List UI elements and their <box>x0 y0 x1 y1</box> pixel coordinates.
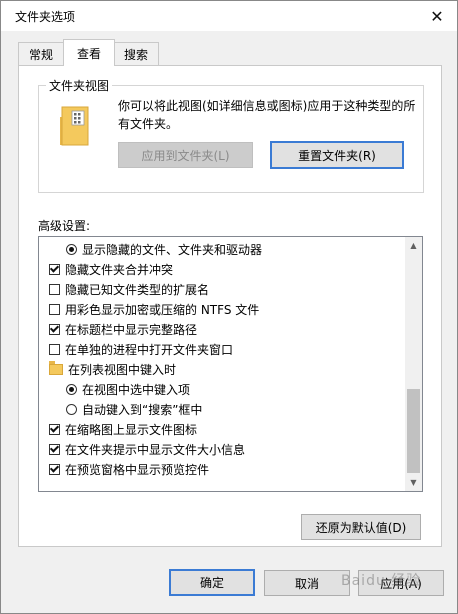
advanced-setting-row[interactable]: 在标题栏中显示完整路径 <box>39 319 415 339</box>
radio-button[interactable] <box>66 383 77 395</box>
scroll-down-icon[interactable]: ▼ <box>405 474 422 491</box>
folder-options-dialog: 文件夹选项 ✕ 常规 查看 搜索 文件夹视图 你可以将此视图(如详细信息或图标)… <box>0 0 458 614</box>
advanced-setting-row[interactable]: 隐藏已知文件类型的扩展名 <box>39 279 415 299</box>
tab-view[interactable]: 查看 <box>63 39 115 66</box>
advanced-setting-label: 在文件夹提示中显示文件大小信息 <box>65 442 246 457</box>
advanced-setting-row[interactable]: 隐藏文件夹合并冲突 <box>39 259 415 279</box>
advanced-settings-label: 高级设置: <box>38 219 91 233</box>
restore-defaults-button[interactable]: 还原为默认值(D) <box>301 514 421 540</box>
advanced-setting-label: 在预览窗格中显示预览控件 <box>65 462 210 477</box>
advanced-setting-row[interactable]: 在缩略图上显示文件图标 <box>39 419 415 439</box>
folder-views-icon <box>58 103 92 150</box>
watermark: Baidu 经验 <box>341 573 422 589</box>
window-title: 文件夹选项 <box>15 10 76 24</box>
cancel-button[interactable]: 取消 <box>264 570 350 596</box>
advanced-setting-row[interactable]: 在文件夹提示中显示文件大小信息 <box>39 439 415 459</box>
close-icon: ✕ <box>430 6 444 26</box>
apply-to-folders-button[interactable]: 应用到文件夹(L) <box>118 142 253 168</box>
advanced-setting-row[interactable]: 在单独的进程中打开文件夹窗口 <box>39 339 415 359</box>
folder-views-description: 你可以将此视图(如详细信息或图标)应用于这种类型的所有文件夹。 <box>118 99 416 131</box>
tab-search[interactable]: 搜索 <box>113 42 159 65</box>
checkbox[interactable] <box>49 423 60 435</box>
checkbox[interactable] <box>49 463 60 475</box>
advanced-setting-label: 在缩略图上显示文件图标 <box>65 422 198 437</box>
advanced-setting-row: 在列表视图中键入时 <box>39 359 415 379</box>
advanced-setting-row[interactable]: 在预览窗格中显示预览控件 <box>39 459 415 479</box>
tab-general[interactable]: 常规 <box>18 42 64 65</box>
title-bar: 文件夹选项 ✕ <box>1 1 457 31</box>
advanced-setting-label: 在单独的进程中打开文件夹窗口 <box>65 342 234 357</box>
ok-button[interactable]: 确定 <box>169 569 255 596</box>
advanced-setting-label: 在列表视图中键入时 <box>68 362 177 377</box>
advanced-setting-row[interactable]: 显示隐藏的文件、文件夹和驱动器 <box>39 239 422 259</box>
advanced-setting-row[interactable]: 在视图中选中键入项 <box>39 379 422 399</box>
reset-folders-button[interactable]: 重置文件夹(R) <box>270 141 404 169</box>
radio-button[interactable] <box>66 403 77 415</box>
close-button[interactable]: ✕ <box>422 3 452 29</box>
advanced-setting-label: 在标题栏中显示完整路径 <box>65 322 198 337</box>
advanced-setting-label: 自动键入到“搜索”框中 <box>82 402 203 417</box>
advanced-setting-label: 在视图中选中键入项 <box>82 382 191 397</box>
checkbox[interactable] <box>49 323 60 335</box>
scroll-thumb[interactable] <box>407 389 420 473</box>
scroll-up-icon[interactable]: ▲ <box>405 237 422 254</box>
checkbox[interactable] <box>49 303 60 315</box>
advanced-setting-label: 用彩色显示加密或压缩的 NTFS 文件 <box>65 302 260 317</box>
advanced-settings-list[interactable]: 显示隐藏的文件、文件夹和驱动器隐藏文件夹合并冲突隐藏已知文件类型的扩展名用彩色显… <box>38 236 423 492</box>
checkbox[interactable] <box>49 443 60 455</box>
checkbox[interactable] <box>49 343 60 355</box>
advanced-setting-label: 隐藏已知文件类型的扩展名 <box>65 282 210 297</box>
folder-views-legend: 文件夹视图 <box>46 77 113 94</box>
advanced-setting-label: 隐藏文件夹合并冲突 <box>65 262 174 277</box>
checkbox[interactable] <box>49 283 60 295</box>
advanced-setting-label: 显示隐藏的文件、文件夹和驱动器 <box>82 242 263 257</box>
vertical-scrollbar[interactable]: ▲ ▼ <box>405 237 422 491</box>
folder-icon <box>49 361 63 375</box>
checkbox[interactable] <box>49 263 60 275</box>
advanced-setting-row[interactable]: 用彩色显示加密或压缩的 NTFS 文件 <box>39 299 415 319</box>
radio-button[interactable] <box>66 243 77 255</box>
advanced-setting-row[interactable]: 自动键入到“搜索”框中 <box>39 399 422 419</box>
